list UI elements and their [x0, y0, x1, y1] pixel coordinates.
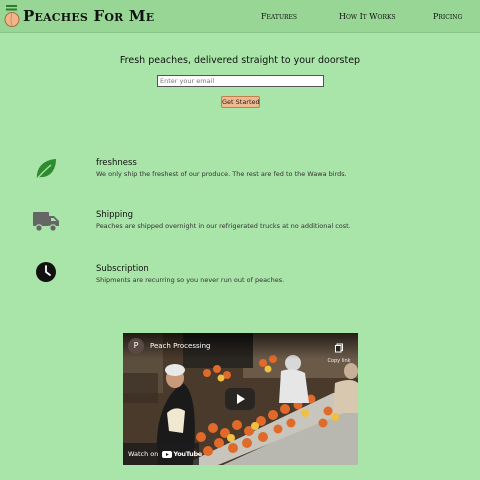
- watch-on-youtube-button[interactable]: Watch on YouTube: [123, 443, 202, 465]
- copy-link-label: Copy link: [327, 358, 351, 364]
- navbar: Peaches For Me Features How It Works Pri…: [0, 0, 480, 33]
- feature-description: We only ship the freshest of our produce…: [96, 170, 347, 178]
- channel-avatar[interactable]: P: [128, 338, 144, 354]
- leaf-icon: [35, 159, 56, 181]
- watch-on-label: Watch on: [128, 450, 159, 458]
- feature-description: Shipments are recurring so you never run…: [96, 276, 285, 284]
- feature-title: freshness: [96, 158, 137, 168]
- video-title[interactable]: Peach Processing: [150, 342, 210, 350]
- feature-description: Peaches are shipped overnight in our ref…: [96, 222, 351, 230]
- play-icon: [237, 394, 245, 404]
- hero-title: Fresh peaches, delivered straight to you…: [119, 55, 361, 66]
- feature-title: Subscription: [96, 264, 149, 274]
- get-started-button[interactable]: Get Started: [221, 96, 260, 108]
- copy-link-button[interactable]: Copy link: [325, 338, 353, 364]
- youtube-logo: YouTube: [162, 450, 202, 458]
- nav-link-pricing[interactable]: Pricing: [433, 12, 462, 21]
- email-input[interactable]: [157, 75, 324, 87]
- copy-icon: [335, 343, 343, 353]
- truck-icon: [33, 212, 59, 232]
- brand-name: Peaches For Me: [23, 7, 155, 25]
- nav-link-features[interactable]: Features: [261, 12, 297, 21]
- clock-icon: [36, 262, 56, 282]
- feature-title: Shipping: [96, 210, 134, 220]
- youtube-icon: [162, 450, 173, 458]
- brand[interactable]: Peaches For Me: [4, 4, 154, 28]
- video-embed[interactable]: P Peach Processing Copy link Watch on Yo…: [123, 333, 358, 465]
- nav-link-how-it-works[interactable]: How It Works: [339, 12, 396, 21]
- youtube-wordmark: YouTube: [173, 450, 202, 458]
- play-button[interactable]: [225, 388, 255, 410]
- peach-logo-icon: [4, 5, 20, 27]
